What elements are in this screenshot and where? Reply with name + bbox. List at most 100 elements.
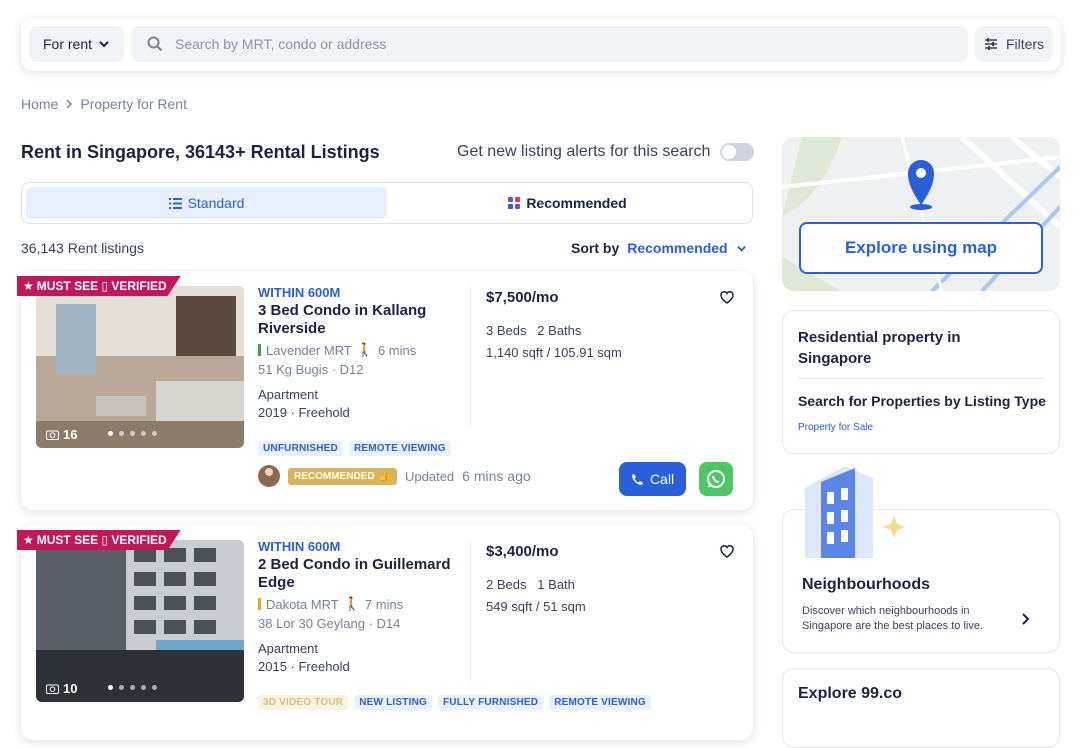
recommended-badge: RECOMMENDED 👍 (288, 467, 398, 485)
listing-price: $7,500/mo (486, 289, 559, 306)
listing-mode-select[interactable]: For rent (29, 26, 124, 62)
chevron-right-icon[interactable] (1021, 612, 1031, 626)
property-type: Apartment (258, 641, 318, 656)
mrt-name: Lavender MRT (266, 342, 352, 358)
heart-icon[interactable] (719, 543, 735, 559)
listing-tags: UNFURNISHED REMOTE VIEWING (258, 441, 451, 456)
call-label: Call (649, 471, 675, 487)
mrt-line-indicator (258, 598, 261, 610)
filters-label: Filters (1005, 36, 1045, 52)
tag: REMOTE VIEWING (549, 695, 651, 710)
photo-count-value: 10 (63, 681, 78, 696)
walk-time: 7 mins (364, 596, 404, 612)
heart-icon[interactable] (719, 289, 735, 305)
listing-info: WITHIN 600M 2 Bed Condo in Guillemard Ed… (258, 539, 468, 674)
walk-time: 6 mins (377, 342, 417, 358)
divider (798, 378, 1044, 379)
breadcrumb: Home Property for Rent (21, 96, 187, 112)
carousel-dots (108, 431, 157, 436)
updated-time: 6 mins ago (462, 468, 531, 484)
agent-row: RECOMMENDED 👍 Updated 6 mins ago (258, 465, 531, 487)
call-button[interactable]: Call (619, 462, 686, 496)
distance-label: WITHIN 600M (258, 539, 341, 554)
explore-map-button[interactable]: Explore using map (799, 222, 1043, 274)
camera-icon (46, 684, 59, 694)
listing-photo[interactable]: 10 (36, 540, 244, 702)
whatsapp-button[interactable] (699, 462, 733, 496)
tag: REMOTE VIEWING (348, 441, 451, 456)
phone-icon (631, 473, 643, 485)
listing-price: $3,400/mo (486, 543, 559, 560)
sort-control[interactable]: Sort by Recommended (571, 240, 747, 256)
tag: UNFURNISHED (258, 441, 343, 456)
beds-baths: 2 Beds 1 Bath (486, 577, 575, 592)
photo-count-value: 16 (63, 427, 78, 442)
search-bar: For rent Search by MRT, condo or address… (21, 18, 1061, 71)
listing-mode-label: For rent (43, 36, 93, 52)
listing-alerts: Get new listing alerts for this search (457, 143, 755, 161)
listing-tags: 3D VIDEO TOUR NEW LISTING FULLY FURNISHE… (258, 695, 651, 710)
search-icon (147, 36, 163, 52)
camera-icon (46, 430, 59, 440)
agent-avatar[interactable] (258, 465, 280, 487)
listing-photo[interactable]: 16 (36, 286, 244, 448)
sliders-icon (984, 38, 997, 50)
breadcrumb-home[interactable]: Home (21, 96, 58, 112)
sort-label: Sort by (571, 240, 620, 256)
thumbs-up-icon: 👍 (378, 470, 392, 482)
map-preview[interactable]: Explore using map (782, 137, 1060, 291)
star-icon: ★ (23, 279, 34, 293)
tag: NEW LISTING (354, 695, 432, 710)
alerts-toggle[interactable] (720, 143, 755, 161)
mrt-info: Dakota MRT 🚶 7 mins (258, 596, 468, 612)
floor-size: 549 sqft / 51 sqm (486, 599, 586, 614)
view-tabs: Standard Recommended (21, 182, 753, 224)
updated-label: Updated (405, 468, 455, 484)
carousel-dots (108, 685, 157, 690)
recommended-label: RECOMMENDED (294, 470, 375, 482)
neighbourhoods-card[interactable]: Neighbourhoods Discover which neighbourh… (782, 466, 1060, 653)
sort-value: Recommended (627, 240, 728, 256)
search-input[interactable]: Search by MRT, condo or address (131, 26, 968, 62)
year-tenure: 2019 · Freehold (258, 405, 350, 420)
tab-standard[interactable]: Standard (26, 187, 387, 219)
list-icon (168, 197, 182, 209)
page-title: Rent in Singapore, 36143+ Rental Listing… (21, 142, 380, 162)
mrt-line-indicator (258, 344, 261, 356)
listing-card[interactable]: ★ MUST SEE ▯ VERIFIED 10 WITHIN 600M 2 B… (17, 525, 753, 740)
breadcrumb-current[interactable]: Property for Rent (80, 96, 187, 112)
explore-title: Explore 99.co (798, 685, 903, 702)
listing-info: WITHIN 600M 3 Bed Condo in Kallang River… (258, 285, 468, 420)
grid-icon (508, 197, 521, 209)
building-photo (36, 540, 244, 702)
must-see-ribbon: ★ MUST SEE ▯ VERIFIED (17, 276, 181, 296)
tag: FULLY FURNISHED (437, 695, 544, 710)
divider (470, 541, 471, 681)
listing-address: 38 Lor 30 Geylang · D14 (258, 616, 401, 631)
ribbon-label: MUST SEE ▯ VERIFIED (36, 533, 167, 547)
listing-title[interactable]: 2 Bed Condo in Guillemard Edge (258, 556, 468, 592)
listing-card[interactable]: ★ MUST SEE ▯ VERIFIED 16 WITHIN 600M 3 B… (17, 271, 753, 510)
photo-count: 16 (46, 427, 77, 442)
walking-icon: 🚶 (356, 342, 373, 357)
property-for-sale-link[interactable]: Property for Sale (798, 422, 873, 433)
distance-label: WITHIN 600M (258, 285, 341, 300)
filters-button[interactable]: Filters (975, 26, 1053, 62)
property-type: Apartment (258, 387, 318, 402)
tab-recommended-label: Recommended (526, 195, 627, 211)
floor-size: 1,140 sqft / 105.91 sqm (486, 345, 622, 360)
tab-recommended[interactable]: Recommended (387, 187, 748, 219)
mrt-name: Dakota MRT (266, 596, 339, 612)
listing-address: 51 Kg Bugis · D12 (258, 362, 364, 377)
listing-type-heading: Search for Properties by Listing Type (798, 393, 1046, 409)
must-see-ribbon: ★ MUST SEE ▯ VERIFIED (17, 530, 181, 550)
chevron-down-icon (736, 245, 746, 252)
listing-title[interactable]: 3 Bed Condo in Kallang Riverside (258, 302, 468, 338)
photo-count: 10 (46, 681, 77, 696)
search-placeholder: Search by MRT, condo or address (175, 36, 387, 52)
walking-icon: 🚶 (343, 596, 360, 611)
room-photo (36, 286, 244, 448)
residential-property-card: Residential property in Singapore Search… (782, 310, 1060, 454)
star-icon: ★ (23, 533, 34, 547)
beds-baths: 3 Beds 2 Baths (486, 323, 582, 338)
